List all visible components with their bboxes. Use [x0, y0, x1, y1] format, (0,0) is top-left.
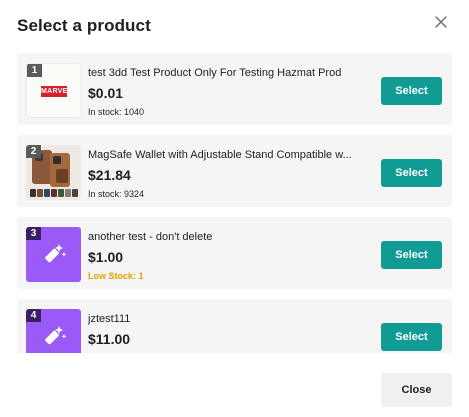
- product-index-badge: 4: [26, 309, 41, 322]
- dialog-title: Select a product: [17, 16, 151, 35]
- product-stock: In stock: 1040: [88, 107, 145, 117]
- product-thumbnail: 2: [26, 145, 81, 200]
- product-card: 1 MARVEL test 3dd Test Product Only For …: [17, 53, 452, 125]
- product-list[interactable]: 1 MARVEL test 3dd Test Product Only For …: [17, 53, 452, 353]
- select-button[interactable]: Select: [381, 241, 442, 269]
- marvel-image: MARVEL: [41, 86, 73, 97]
- product-name: jztest111: [88, 313, 131, 325]
- product-index-badge: 2: [26, 145, 41, 158]
- product-index-badge: 1: [27, 64, 42, 77]
- product-stock: Low Stock: 1: [88, 271, 144, 281]
- select-button[interactable]: Select: [381, 159, 442, 187]
- product-card: 3 another test - don't delete $1.00 Low …: [17, 217, 452, 289]
- select-button[interactable]: Select: [381, 323, 442, 351]
- dialog-header: Select a product: [17, 13, 452, 41]
- product-thumbnail: 1 MARVEL: [26, 63, 81, 118]
- close-button[interactable]: Close: [381, 373, 452, 407]
- product-thumbnail: 4: [26, 309, 81, 353]
- product-card: 2 MagSafe Wallet with Adjustable Stand C…: [17, 135, 452, 207]
- product-price: $21.84: [88, 167, 131, 183]
- product-price: $1.00: [88, 249, 124, 265]
- close-icon[interactable]: [434, 15, 448, 29]
- product-index-badge: 3: [26, 227, 41, 240]
- product-stock: In stock: 9324: [88, 189, 145, 199]
- select-button[interactable]: Select: [381, 77, 442, 105]
- product-name: test 3dd Test Product Only For Testing H…: [88, 67, 342, 79]
- product-name: MagSafe Wallet with Adjustable Stand Com…: [88, 149, 352, 161]
- product-price: $11.00: [88, 331, 131, 347]
- product-thumbnail: 3: [26, 227, 81, 282]
- product-price: $0.01: [88, 85, 124, 101]
- select-product-dialog: Select a product 1 MARVEL test 3dd Test …: [0, 0, 469, 417]
- product-card: 4 jztest111 $11.00 Select: [17, 299, 452, 353]
- product-name: another test - don't delete: [88, 231, 213, 243]
